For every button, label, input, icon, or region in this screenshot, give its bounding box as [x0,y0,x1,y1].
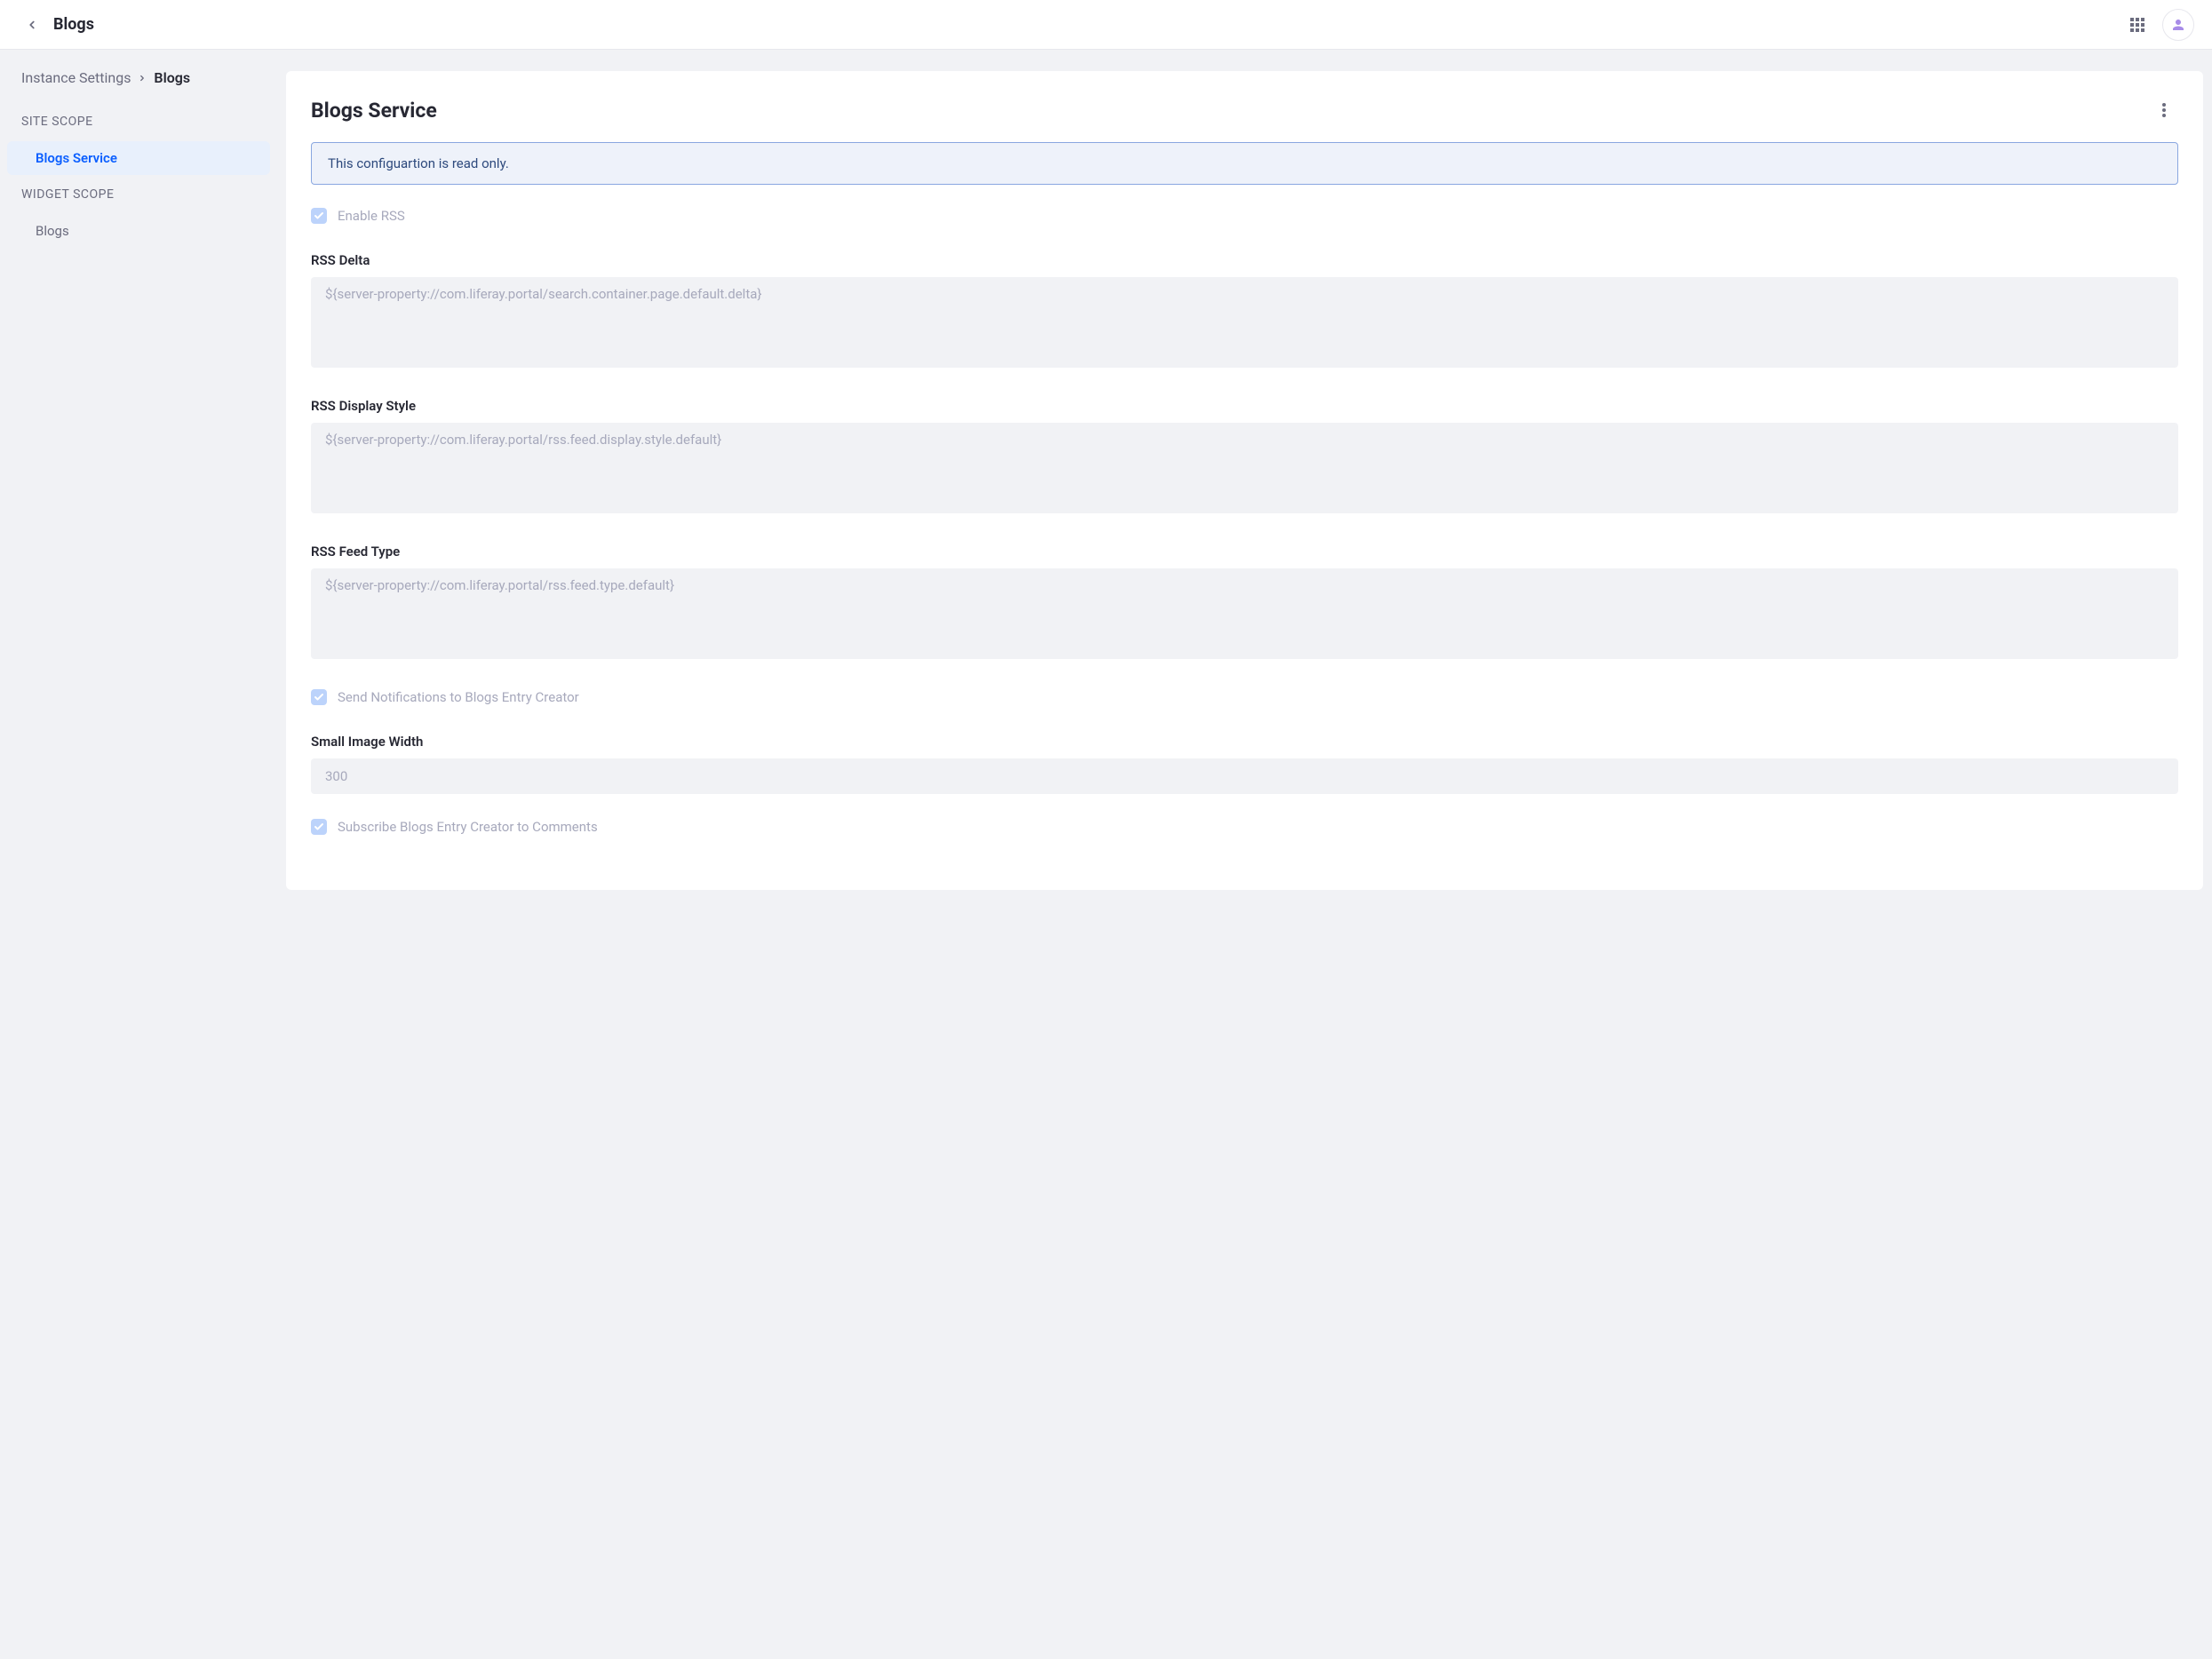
small-image-width-label: Small Image Width [311,734,2178,750]
sidebar-item-blogs[interactable]: Blogs [7,214,270,248]
subscribe-checkbox[interactable]: Subscribe Blogs Entry Creator to Comment… [311,819,2178,835]
subscribe-label: Subscribe Blogs Entry Creator to Comment… [338,819,598,835]
card-title: Blogs Service [311,99,2150,123]
card-header: Blogs Service [311,96,2178,124]
main-panel: Blogs Service This configuartion is read… [277,50,2212,911]
rss-feed-type-label: RSS Feed Type [311,544,2178,560]
chevron-right-icon [138,74,147,83]
sidebar-item-label: Blogs Service [36,150,117,166]
page-title: Blogs [53,15,2123,34]
rss-display-style-label: RSS Display Style [311,398,2178,414]
user-icon [2170,17,2186,33]
content-container: Instance Settings Blogs SITE SCOPE Blogs… [0,50,2212,911]
rss-display-style-value: ${server-property://com.liferay.portal/r… [325,432,721,448]
checkbox-checked-icon [311,819,327,835]
send-notifications-checkbox[interactable]: Send Notifications to Blogs Entry Creato… [311,689,2178,705]
rss-delta-input[interactable]: ${server-property://com.liferay.portal/s… [311,277,2178,368]
breadcrumb-current: Blogs [154,69,190,86]
sidebar-item-blogs-service[interactable]: Blogs Service [7,141,270,175]
grid-icon [2130,18,2144,32]
rss-delta-value: ${server-property://com.liferay.portal/s… [325,286,761,302]
breadcrumb: Instance Settings Blogs [7,64,270,104]
sidebar: Instance Settings Blogs SITE SCOPE Blogs… [0,50,277,911]
enable-rss-checkbox[interactable]: Enable RSS [311,208,2178,224]
rss-display-style-field: RSS Display Style ${server-property://co… [311,398,2178,513]
rss-feed-type-field: RSS Feed Type ${server-property://com.li… [311,544,2178,659]
more-actions-button[interactable] [2150,96,2178,124]
rss-display-style-input[interactable]: ${server-property://com.liferay.portal/r… [311,423,2178,513]
rss-feed-type-input[interactable]: ${server-property://com.liferay.portal/r… [311,568,2178,659]
sidebar-item-label: Blogs [36,223,69,239]
apps-menu-button[interactable] [2123,11,2152,39]
settings-card: Blogs Service This configuartion is read… [286,71,2203,890]
small-image-width-field: Small Image Width 300 [311,734,2178,794]
rss-delta-label: RSS Delta [311,252,2178,268]
scope-label-widget: WIDGET SCOPE [7,177,270,212]
kebab-icon [2162,103,2166,117]
topbar: Blogs [0,0,2212,50]
back-button[interactable] [18,11,46,39]
checkbox-checked-icon [311,689,327,705]
breadcrumb-parent[interactable]: Instance Settings [21,69,131,86]
send-notifications-label: Send Notifications to Blogs Entry Creato… [338,689,579,705]
checkbox-checked-icon [311,208,327,224]
scope-label-site: SITE SCOPE [7,104,270,139]
chevron-left-icon [26,19,38,31]
rss-feed-type-value: ${server-property://com.liferay.portal/r… [325,577,674,593]
rss-delta-field: RSS Delta ${server-property://com.lifera… [311,252,2178,368]
small-image-width-input[interactable]: 300 [311,758,2178,794]
enable-rss-label: Enable RSS [338,208,405,224]
user-avatar[interactable] [2162,9,2194,41]
small-image-width-value: 300 [325,768,347,784]
readonly-alert: This configuartion is read only. [311,142,2178,185]
